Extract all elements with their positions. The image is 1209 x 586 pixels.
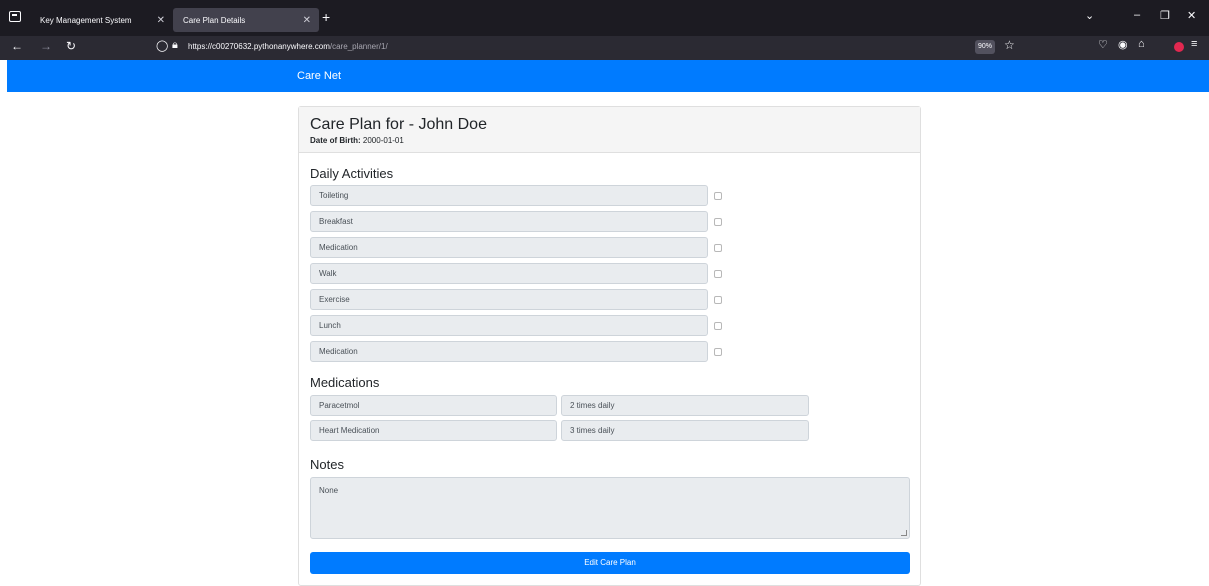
- activity-checkbox[interactable]: [714, 218, 722, 226]
- date-of-birth: Date of Birth: 2000-01-01: [310, 136, 909, 145]
- activity-checkbox[interactable]: [714, 322, 722, 330]
- browser-nav-bar: ← → ↻ ◯ 🔒︎ https://c00270632.pythonanywh…: [0, 36, 1209, 60]
- forward-icon[interactable]: →: [40, 39, 52, 53]
- extension-badge-icon[interactable]: [1174, 42, 1184, 52]
- medication-name-field: Heart Medication: [310, 420, 557, 441]
- activity-checkbox[interactable]: [714, 348, 722, 356]
- dob-value: 2000-01-01: [362, 136, 404, 145]
- medication-frequency-field: 3 times daily: [561, 420, 809, 441]
- back-icon[interactable]: ←: [11, 39, 23, 53]
- card-header: Care Plan for - John Doe Date of Birth: …: [299, 107, 920, 153]
- menu-icon[interactable]: ≡: [1191, 38, 1197, 50]
- activity-checkbox[interactable]: [714, 296, 722, 304]
- tab-label: Key Management System: [40, 15, 132, 25]
- activity-checkbox[interactable]: [714, 192, 722, 200]
- shield-icon[interactable]: ◯: [156, 39, 168, 52]
- new-tab-button[interactable]: +: [322, 9, 330, 25]
- medications-heading: Medications: [310, 375, 380, 390]
- tab-label: Care Plan Details: [183, 15, 246, 25]
- tab-care-plan-details[interactable]: Care Plan Details ✕: [173, 8, 319, 32]
- address-bar[interactable]: ◯ 🔒︎ https://c00270632.pythonanywhere.co…: [150, 37, 1030, 58]
- activity-checkbox[interactable]: [714, 270, 722, 278]
- bookmark-star-icon[interactable]: ☆: [1004, 38, 1015, 52]
- resize-handle-icon[interactable]: [901, 530, 907, 536]
- activity-field: Toileting: [310, 185, 708, 206]
- lock-icon[interactable]: 🔒︎: [172, 39, 178, 52]
- daily-activities-heading: Daily Activities: [310, 166, 394, 181]
- zoom-level-badge[interactable]: 90%: [975, 40, 995, 54]
- tab-list-chevron-icon[interactable]: ⌄: [1085, 9, 1094, 22]
- tab-key-management[interactable]: Key Management System ✕: [28, 8, 173, 32]
- notes-heading: Notes: [310, 457, 344, 472]
- notes-value: None: [319, 486, 339, 495]
- medication-frequency-field: 2 times daily: [561, 395, 809, 416]
- activity-field: Walk: [310, 263, 708, 284]
- activity-field: Exercise: [310, 289, 708, 310]
- activity-checkbox[interactable]: [714, 244, 722, 252]
- restore-icon[interactable]: ❐: [1160, 9, 1170, 22]
- dob-label: Date of Birth:: [310, 136, 361, 145]
- page-title: Care Plan for - John Doe: [310, 116, 487, 133]
- care-plan-card: Care Plan for - John Doe Date of Birth: …: [298, 106, 921, 586]
- activity-field: Medication: [310, 237, 708, 258]
- activity-field: Breakfast: [310, 211, 708, 232]
- url-path: /care_planner/1/: [329, 42, 388, 51]
- activity-field: Lunch: [310, 315, 708, 336]
- url-text[interactable]: https://c00270632.pythonanywhere.com/car…: [188, 42, 388, 51]
- close-window-icon[interactable]: ✕: [1187, 9, 1196, 22]
- edit-care-plan-button[interactable]: Edit Care Plan: [310, 552, 910, 574]
- brand-link[interactable]: Care Net: [297, 70, 341, 82]
- close-tab-icon[interactable]: ✕: [303, 15, 311, 26]
- app-navbar: Care Net: [7, 60, 1209, 92]
- medication-name-field: Paracetmol: [310, 395, 557, 416]
- minimize-icon[interactable]: –: [1134, 9, 1140, 21]
- account-icon[interactable]: ◉: [1118, 38, 1128, 51]
- reload-icon[interactable]: ↻: [66, 39, 76, 53]
- extensions-icon[interactable]: ⌂: [1138, 38, 1145, 50]
- activity-field: Medication: [310, 341, 708, 362]
- close-tab-icon[interactable]: ✕: [157, 15, 165, 26]
- window-list-icon[interactable]: [9, 11, 21, 22]
- pocket-icon[interactable]: ♡: [1098, 38, 1108, 51]
- notes-textarea[interactable]: None: [310, 477, 910, 539]
- browser-tab-bar: Key Management System ✕ Care Plan Detail…: [0, 0, 1209, 36]
- url-domain: https://c00270632.pythonanywhere.com: [188, 42, 330, 51]
